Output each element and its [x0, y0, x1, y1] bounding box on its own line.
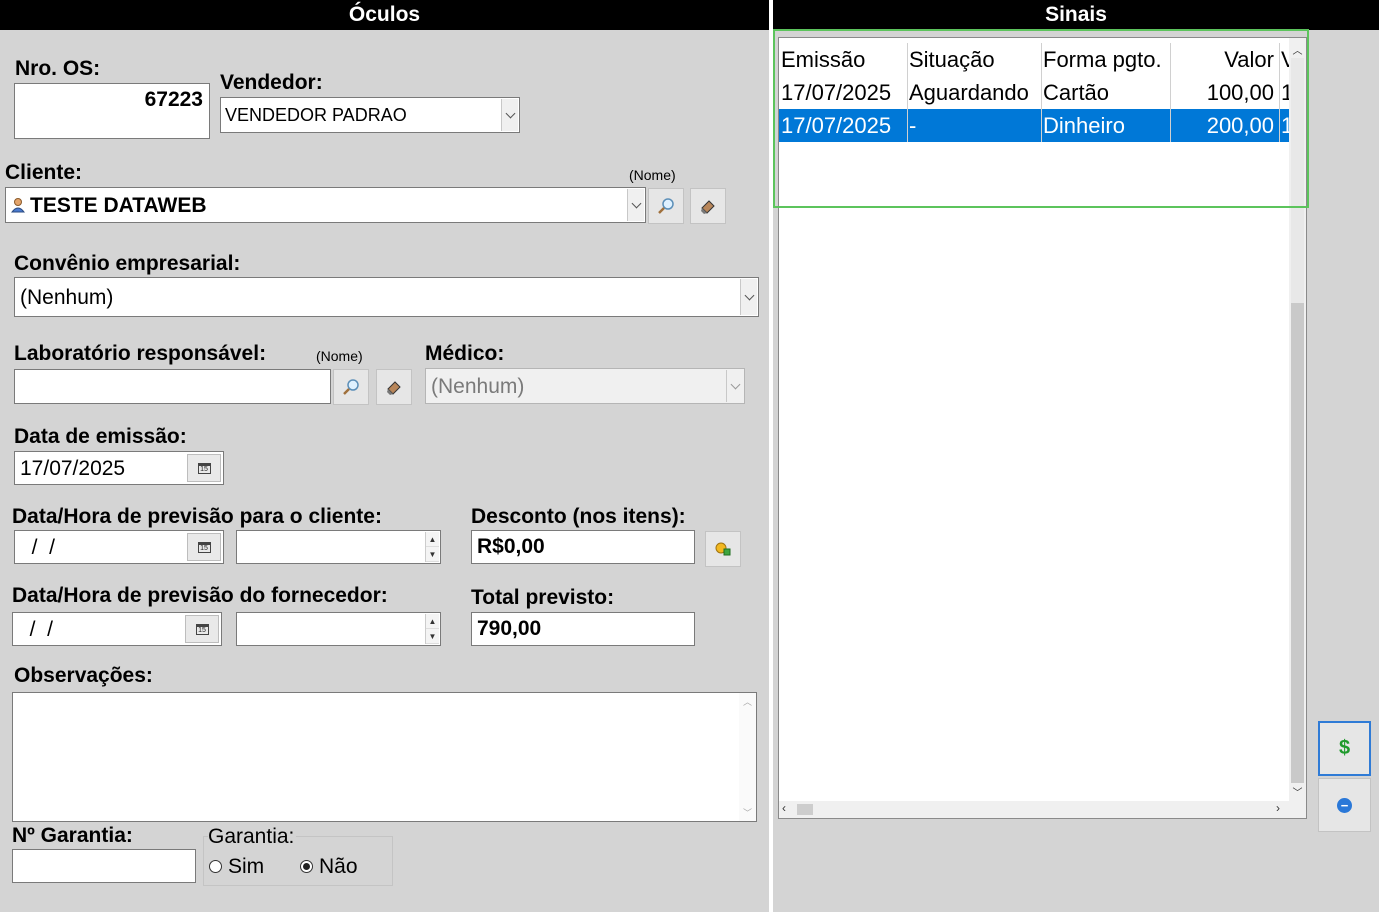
vendedor-label: Vendedor: — [220, 71, 323, 94]
previsao-cliente-label: Data/Hora de previsão para o cliente: — [12, 505, 382, 528]
total-previsto-label: Total previsto: — [471, 586, 615, 609]
sinais-panel: Sinais Emissão Situação Forma pgto. Valo… — [773, 0, 1379, 912]
garantia-nao-label: Não — [319, 855, 358, 878]
laboratorio-hint: (Nome) — [316, 348, 363, 364]
medico-select[interactable]: (Nenhum) — [425, 368, 745, 404]
observacoes-scrollbar[interactable]: ︿ ﹀ — [739, 693, 756, 821]
previsao-fornecedor-label: Data/Hora de previsão do fornecedor: — [12, 584, 388, 607]
oculos-panel: Óculos Nro. OS: 67223 Vendedor: VENDEDOR… — [0, 0, 769, 912]
total-previsto-field: 790,00 — [471, 612, 695, 646]
convenio-label: Convênio empresarial: — [14, 252, 241, 275]
medico-label: Médico: — [425, 342, 505, 365]
desconto-value: R$0,00 — [477, 535, 545, 558]
add-sinal-button[interactable]: $ — [1318, 721, 1371, 776]
scroll-right-icon[interactable]: › — [1276, 801, 1280, 815]
discount-icon — [715, 542, 731, 556]
garantia-num-field[interactable] — [12, 849, 196, 883]
oculos-panel-title: Óculos — [0, 0, 769, 30]
scroll-up-icon[interactable]: ︿ — [739, 695, 756, 708]
calendar-icon[interactable]: 15 — [185, 615, 219, 643]
grid-horizontal-scrollbar[interactable]: ‹ › — [779, 801, 1306, 818]
previsao-cliente-time-field[interactable]: ▲ ▼ — [236, 530, 441, 564]
magnifier-icon — [343, 379, 359, 395]
data-emissao-value: 17/07/2025 — [20, 457, 126, 480]
highlight-box — [773, 29, 1309, 208]
calendar-icon[interactable]: 15 — [187, 454, 221, 482]
previsao-cliente-date-field[interactable]: / / 15 — [14, 530, 224, 564]
sinais-panel-title: Sinais — [773, 0, 1379, 30]
nro-os-label: Nro. OS: — [15, 57, 101, 80]
cliente-dropdown-icon[interactable] — [627, 189, 644, 221]
convenio-dropdown-icon[interactable] — [740, 279, 757, 315]
convenio-select[interactable]: (Nenhum) — [14, 277, 759, 317]
minus-symbol: − — [1340, 797, 1349, 813]
data-emissao-field[interactable]: 17/07/2025 15 — [14, 451, 224, 485]
laboratorio-edit-button[interactable] — [376, 369, 412, 405]
garantia-label: Garantia: — [208, 825, 297, 849]
nro-os-value: 67223 — [144, 88, 203, 111]
spinner-up-icon[interactable]: ▲ — [426, 614, 439, 629]
observacoes-label: Observações: — [14, 664, 153, 687]
radio-nao[interactable] — [300, 860, 313, 873]
hscroll-thumb[interactable] — [797, 804, 813, 815]
time-spinner[interactable]: ▲ ▼ — [425, 614, 439, 644]
scroll-down-icon[interactable]: ﹀ — [1289, 784, 1306, 799]
cliente-hint: (Nome) — [629, 167, 676, 183]
scroll-track — [1291, 303, 1304, 783]
convenio-value: (Nenhum) — [20, 286, 114, 309]
cliente-value: TESTE DATAWEB — [30, 194, 207, 217]
garantia-sim-option[interactable]: Sim — [209, 855, 279, 881]
medico-value: (Nenhum) — [431, 375, 525, 398]
eraser-icon — [701, 200, 715, 214]
nro-os-field[interactable]: 67223 — [14, 83, 210, 139]
previsao-fornecedor-date-value: / / — [18, 618, 54, 641]
garantia-nao-option[interactable]: Não — [300, 855, 380, 881]
cliente-label: Cliente: — [5, 161, 83, 184]
spinner-down-icon[interactable]: ▼ — [426, 547, 439, 562]
spinner-up-icon[interactable]: ▲ — [426, 532, 439, 547]
scroll-down-icon[interactable]: ﹀ — [739, 806, 756, 819]
desconto-label: Desconto (nos itens): — [471, 505, 686, 528]
garantia-num-label: Nº Garantia: — [12, 824, 133, 847]
observacoes-textarea[interactable]: ︿ ﹀ — [12, 692, 757, 822]
laboratorio-label: Laboratório responsável: — [14, 342, 267, 365]
previsao-cliente-date-value: / / — [20, 536, 56, 559]
vendedor-select[interactable]: VENDEDOR PADRAO — [220, 97, 520, 133]
data-emissao-label: Data de emissão: — [14, 425, 187, 448]
cliente-select[interactable]: TESTE DATAWEB — [5, 187, 646, 223]
time-spinner[interactable]: ▲ ▼ — [425, 532, 439, 562]
previsao-fornecedor-date-field[interactable]: / / 15 — [12, 612, 222, 646]
vendedor-value: VENDEDOR PADRAO — [225, 105, 407, 125]
spinner-down-icon[interactable]: ▼ — [426, 629, 439, 644]
total-previsto-value: 790,00 — [477, 617, 542, 640]
dollar-icon: $ — [1338, 737, 1351, 759]
person-icon — [10, 197, 26, 213]
vendedor-dropdown-icon[interactable] — [501, 99, 518, 131]
cliente-search-button[interactable] — [648, 188, 684, 224]
eraser-icon — [387, 381, 401, 395]
scroll-left-icon[interactable]: ‹ — [782, 801, 786, 815]
laboratorio-search-button[interactable] — [333, 369, 369, 405]
cliente-edit-button[interactable] — [690, 188, 726, 224]
garantia-sim-label: Sim — [228, 855, 265, 878]
desconto-button[interactable] — [705, 531, 741, 567]
calendar-icon[interactable]: 15 — [187, 533, 221, 561]
magnifier-icon — [658, 198, 674, 214]
previsao-fornecedor-time-field[interactable]: ▲ ▼ — [236, 612, 441, 646]
laboratorio-field[interactable] — [14, 369, 331, 404]
medico-dropdown-icon[interactable] — [726, 370, 743, 402]
remove-sinal-button[interactable]: − — [1318, 778, 1371, 832]
desconto-field[interactable]: R$0,00 — [471, 530, 695, 564]
radio-sim[interactable] — [209, 860, 222, 873]
minus-icon: − — [1337, 797, 1352, 813]
